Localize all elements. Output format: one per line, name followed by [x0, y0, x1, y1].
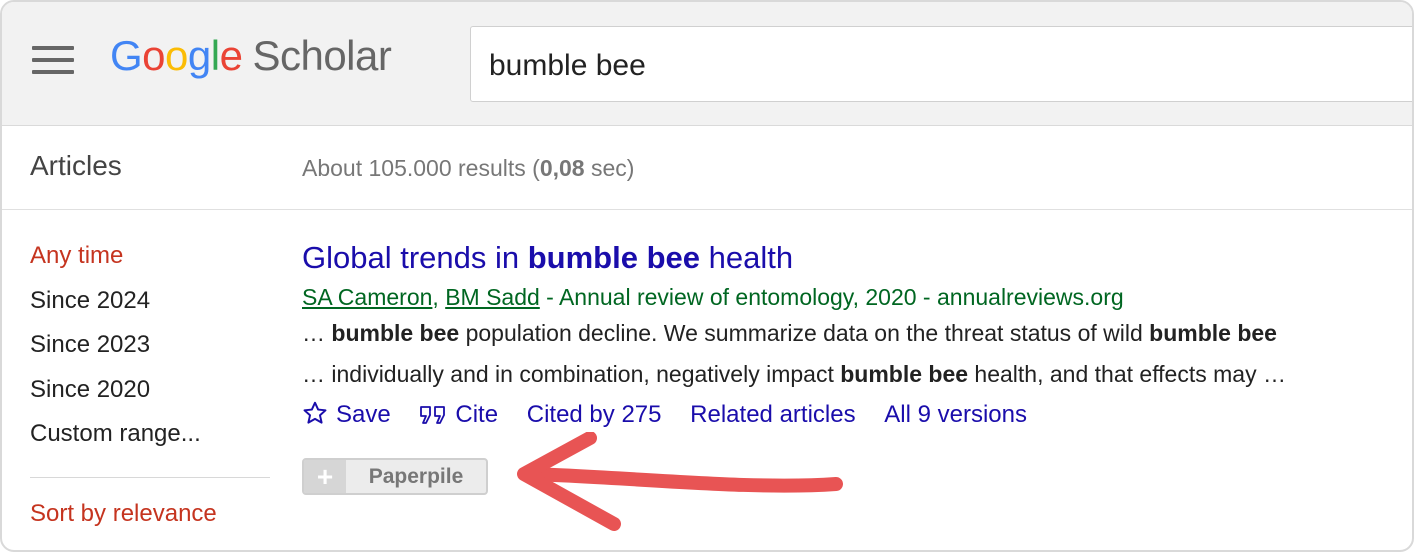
plus-icon: +	[304, 460, 346, 493]
author-link[interactable]: SA Cameron	[302, 284, 432, 310]
snippet-line-2: … individually and in combination, negat…	[302, 355, 1412, 394]
result-meta: SA Cameron, BM Sadd - Annual review of e…	[302, 282, 1412, 312]
cite-button[interactable]: Cite	[419, 395, 498, 435]
section-title[interactable]: Articles	[30, 150, 122, 182]
save-button[interactable]: Save	[302, 395, 391, 435]
paperpile-label: Paperpile	[368, 464, 464, 488]
logo-letter: o	[165, 32, 188, 79]
logo-scholar-text: Scholar	[252, 32, 392, 79]
snippet-text: …	[302, 320, 332, 346]
results-time: 0,08	[539, 155, 585, 181]
quote-icon	[420, 406, 446, 424]
time-filter-any-time[interactable]: Any time	[30, 240, 270, 285]
title-bold: bumble bee	[527, 240, 700, 275]
cited-by-link[interactable]: Cited by 275	[527, 395, 662, 435]
sort-by-relevance[interactable]: Sort by relevance	[30, 500, 270, 528]
header: Google Scholar bumble bee	[2, 2, 1412, 126]
logo-letter: g	[187, 32, 211, 79]
results-prefix: About 105.000 results (	[302, 155, 540, 181]
paperpile-button[interactable]: + Paperpile	[302, 458, 488, 495]
result-title-link[interactable]: Global trends in bumble bee health	[302, 238, 1412, 278]
sidebar-divider	[30, 476, 270, 478]
save-label: Save	[336, 401, 391, 428]
meta-rest: - Annual review of entomology, 2020 - an…	[539, 284, 1124, 310]
subheader: Articles About 105.000 results (0,08 sec…	[2, 126, 1412, 210]
time-filter-custom-range[interactable]: Custom range...	[30, 418, 270, 463]
google-scholar-logo[interactable]: Google Scholar	[110, 32, 392, 80]
snippet-text: population decline. We summarize data on…	[459, 320, 1150, 346]
arrow-annotation	[517, 432, 843, 531]
all-versions-link[interactable]: All 9 versions	[884, 395, 1027, 435]
author-separator: ,	[432, 284, 446, 310]
star-icon	[303, 401, 327, 424]
snippet-line-1: … bumble bee population decline. We summ…	[302, 314, 1412, 353]
snippet-bold: bumble bee	[840, 361, 969, 387]
result-actions: Save Cite Cited by 275 Related articles …	[302, 395, 1412, 435]
related-articles-link[interactable]: Related articles	[690, 395, 855, 435]
title-suffix: health	[700, 240, 794, 275]
snippet-bold: bumble bee	[1149, 320, 1277, 346]
logo-letter: G	[110, 32, 143, 79]
time-filter-since-2020[interactable]: Since 2020	[30, 374, 270, 419]
sidebar: Any time Since 2024 Since 2023 Since 202…	[30, 240, 270, 528]
logo-letter: o	[142, 32, 166, 79]
results-suffix: sec)	[584, 155, 635, 181]
logo-letter: l	[210, 32, 220, 79]
results-stats: About 105.000 results (0,08 sec)	[302, 155, 634, 182]
snippet-bold: bumble bee	[331, 320, 460, 346]
title-prefix: Global trends in	[302, 240, 528, 275]
search-result: Global trends in bumble bee health SA Ca…	[302, 238, 1412, 435]
logo-letter: e	[219, 32, 243, 79]
time-filter-since-2024[interactable]: Since 2024	[30, 285, 270, 330]
author-link[interactable]: BM Sadd	[445, 284, 540, 310]
menu-icon[interactable]	[32, 46, 74, 74]
time-filter-since-2023[interactable]: Since 2023	[30, 329, 270, 374]
cite-label: Cite	[455, 401, 499, 428]
search-input[interactable]: bumble bee	[470, 26, 1412, 102]
snippet-text: health, and that effects may …	[968, 361, 1286, 387]
snippet-text: … individually and in combination, negat…	[302, 361, 841, 387]
app-frame: Google Scholar bumble bee Articles About …	[0, 0, 1414, 552]
